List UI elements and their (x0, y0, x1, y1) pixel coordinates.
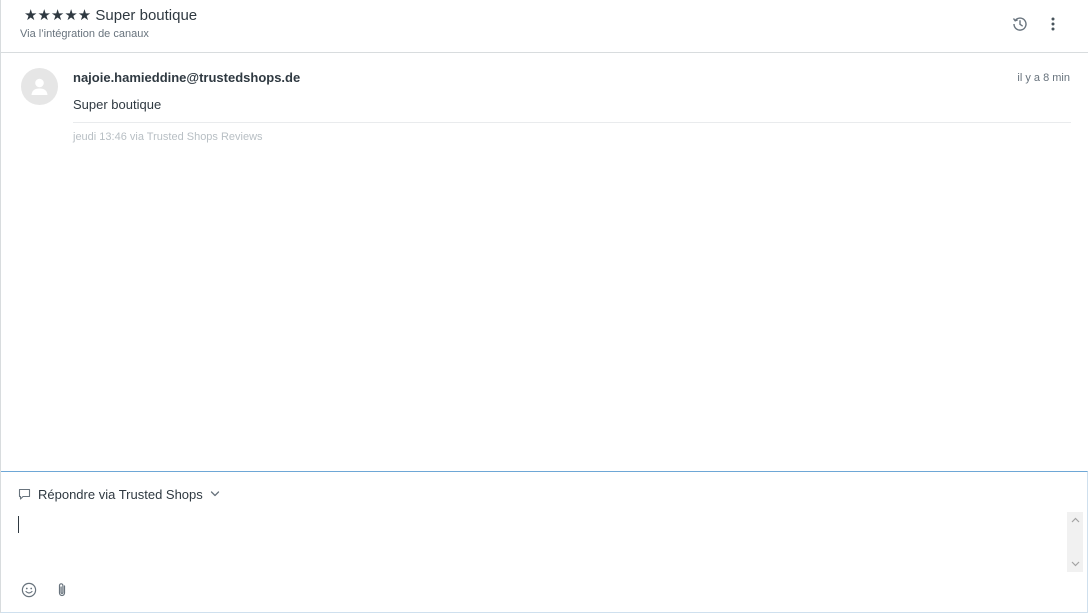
attach-file-button[interactable] (53, 581, 71, 599)
speech-bubble-icon (18, 488, 31, 500)
reply-channel-select[interactable]: Répondre via Trusted Shops (18, 486, 220, 502)
more-options-button[interactable] (1042, 13, 1064, 35)
ticket-channel-subtitle: Via l’intégration de canaux (20, 28, 149, 40)
avatar (21, 68, 58, 105)
ticket-conversation-pane: ★★★★★ Super boutique Via l’intégration d… (0, 0, 1088, 613)
history-button[interactable] (1009, 13, 1031, 35)
reply-scrollbar[interactable] (1067, 512, 1083, 572)
user-icon (31, 78, 48, 95)
scroll-down-button[interactable] (1067, 556, 1083, 572)
chevron-down-icon (210, 491, 219, 497)
message-body: Super boutique (73, 97, 162, 112)
text-caret (18, 516, 19, 533)
reply-text-input[interactable] (16, 512, 1061, 570)
history-icon (1012, 17, 1027, 31)
ticket-title: ★★★★★ Super boutique (24, 7, 198, 24)
message-timestamp: il y a 8 min (1017, 72, 1070, 84)
emoji-icon (21, 582, 37, 598)
message-divider (73, 122, 1071, 123)
ticket-header: ★★★★★ Super boutique Via l’intégration d… (1, 0, 1088, 53)
more-vertical-icon (1051, 17, 1055, 31)
message-sender[interactable]: najoie.hamieddine@trustedshops.de (73, 70, 300, 85)
reply-composer: Répondre via Trusted Shops (1, 471, 1088, 613)
scroll-up-button[interactable] (1067, 512, 1083, 528)
chevron-down-icon (1071, 561, 1079, 567)
chevron-up-icon (1071, 517, 1079, 523)
reply-channel-label: Répondre via Trusted Shops (38, 486, 203, 502)
message-meta: jeudi 13:46 via Trusted Shops Reviews (73, 131, 263, 143)
emoji-button[interactable] (20, 581, 38, 599)
paperclip-icon (58, 583, 66, 597)
